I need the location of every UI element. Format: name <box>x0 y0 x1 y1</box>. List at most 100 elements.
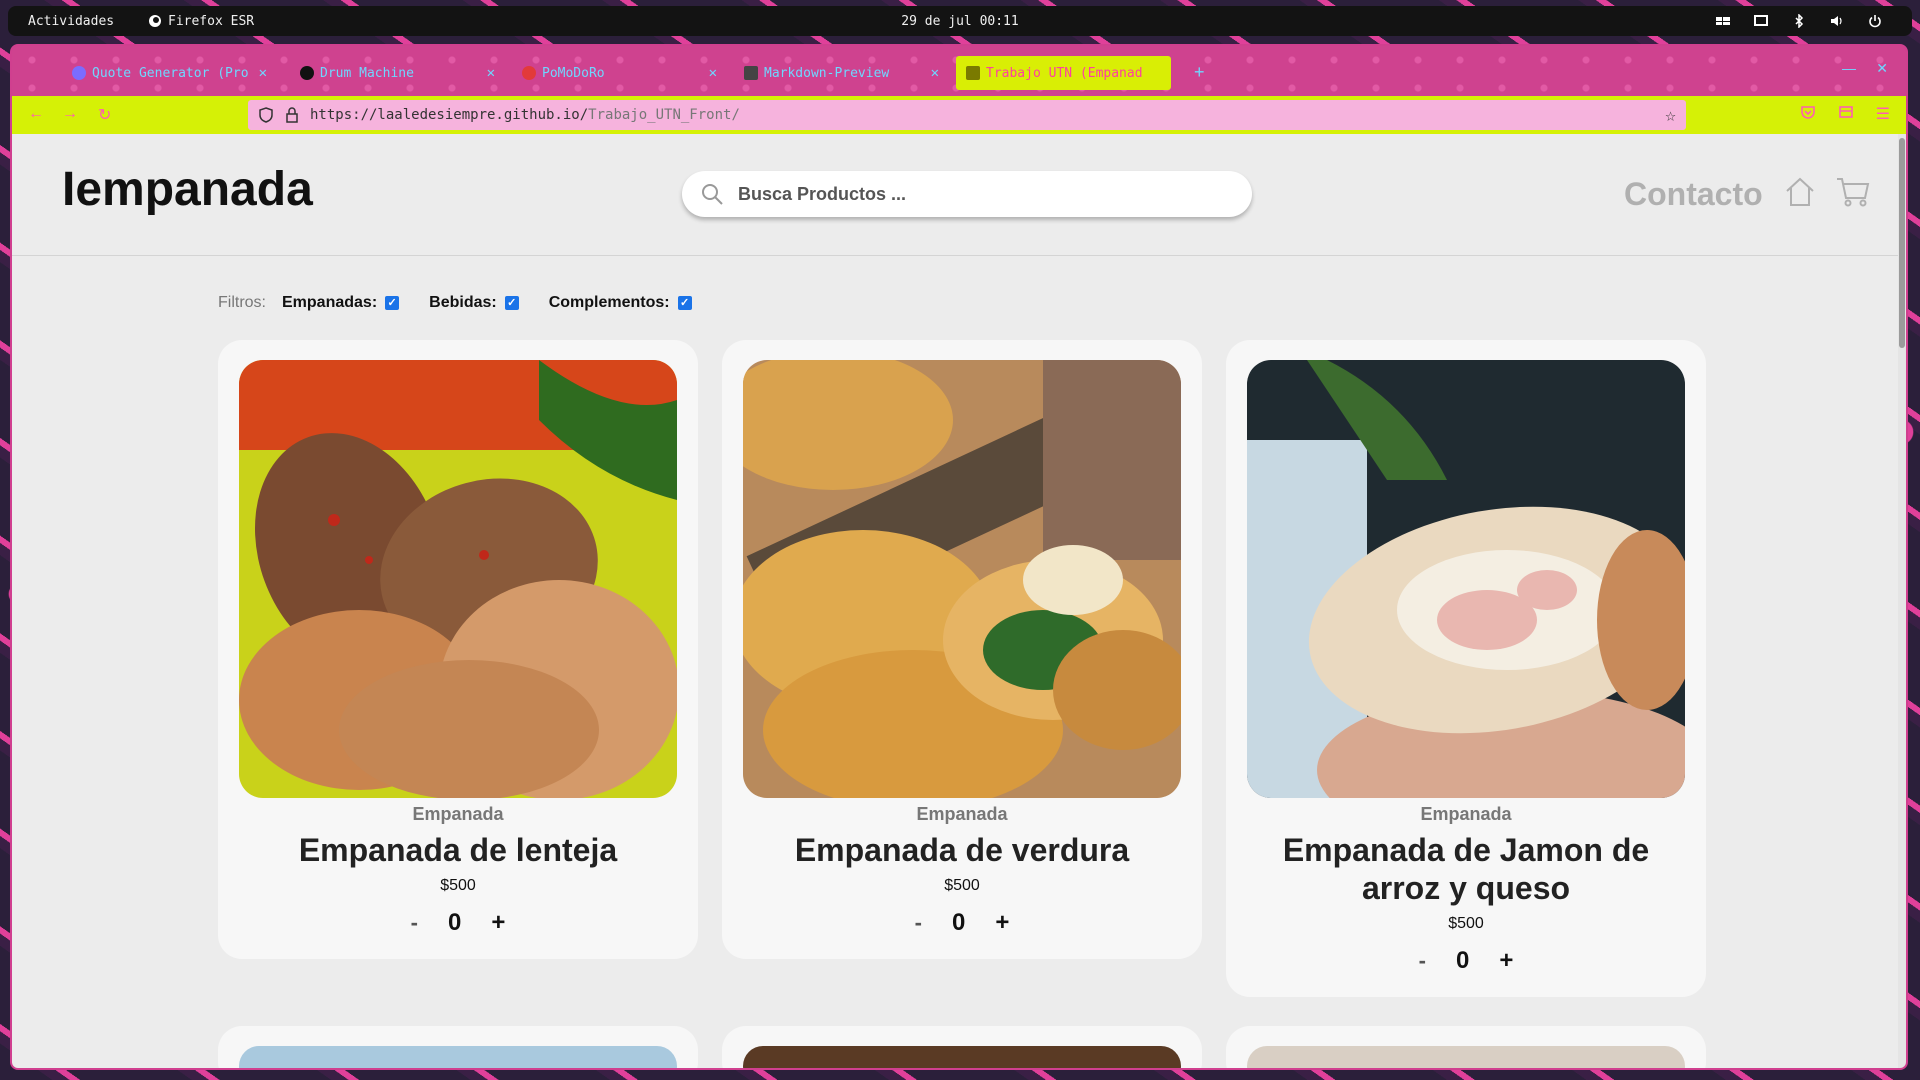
filter-complementos-checkbox[interactable]: ✓ <box>677 296 692 310</box>
product-name: Empanada de verdura <box>794 832 1130 868</box>
workspace-icon[interactable] <box>1716 14 1730 28</box>
product-image <box>1247 1046 1685 1068</box>
tab-markdown-preview[interactable]: Markdown-Preview ✕ <box>734 56 949 90</box>
url-path: Trabajo_UTN_Front/ <box>588 107 740 123</box>
pocket-icon[interactable] <box>1800 104 1816 125</box>
quantity-stepper: - 0 + <box>722 909 1202 937</box>
increase-button[interactable]: + <box>995 909 1009 937</box>
product-card: Empanada Empanada de lenteja $500 - 0 + <box>218 340 698 959</box>
power-icon[interactable] <box>1868 14 1882 28</box>
url-text: https://laaledesiempre.github.io/Trabajo… <box>310 107 740 123</box>
quantity-value: 0 <box>951 909 966 936</box>
tab-title: PoMoDoRo <box>542 65 605 81</box>
product-card: Empanada Empanada de Jamon de arroz y qu… <box>1226 340 1706 997</box>
focused-app[interactable]: Firefox ESR <box>148 14 254 29</box>
filter-label: Empanadas: <box>282 294 378 311</box>
tab-title: Quote Generator (Pro <box>92 65 249 81</box>
scrollbar-thumb[interactable] <box>1899 138 1905 348</box>
product-price: $500 <box>440 877 476 894</box>
url-bar[interactable]: https://laaledesiempre.github.io/Trabajo… <box>248 100 1686 130</box>
tab-trabajo-utn[interactable]: Trabajo UTN (Empanad <box>956 56 1171 90</box>
product-card <box>1226 1026 1706 1068</box>
product-category: Empanada <box>412 804 504 824</box>
product-category: Empanada <box>1420 804 1512 824</box>
back-arrow-icon[interactable]: ← <box>28 105 44 123</box>
filter-label: Bebidas: <box>429 294 497 311</box>
lock-icon[interactable] <box>284 107 300 123</box>
cart-icon[interactable] <box>1836 176 1870 208</box>
product-price: $500 <box>944 877 980 894</box>
product-card: Empanada Empanada de verdura $500 - 0 + <box>722 340 1202 959</box>
decrease-button[interactable]: - <box>915 910 922 936</box>
activities-button[interactable]: Actividades <box>28 14 114 29</box>
firefox-icon <box>149 15 161 27</box>
quantity-stepper: - 0 + <box>1226 947 1706 975</box>
product-name: Empanada de lenteja <box>298 832 618 868</box>
filter-empanadas[interactable]: Empanadas: ✓ <box>282 294 400 312</box>
quantity-value: 0 <box>1455 947 1470 974</box>
tab-drum-machine[interactable]: Drum Machine ✕ <box>290 56 505 90</box>
decrease-button[interactable]: - <box>411 910 418 936</box>
new-tab-icon[interactable]: + <box>1194 62 1205 83</box>
page-scrollbar[interactable] <box>1898 134 1906 1068</box>
site-logo[interactable]: Iempanada <box>62 162 313 217</box>
increase-button[interactable]: + <box>491 909 505 937</box>
filter-bebidas-checkbox[interactable]: ✓ <box>504 296 519 310</box>
filters-bar: Filtros: Empanadas: ✓ Bebidas: ✓ Complem… <box>218 294 722 312</box>
close-tab-icon[interactable]: ✕ <box>931 65 939 81</box>
product-card <box>218 1026 698 1068</box>
product-image <box>743 1046 1181 1068</box>
close-window-icon[interactable]: ✕ <box>1876 60 1888 77</box>
system-tray[interactable] <box>1716 13 1882 29</box>
product-search[interactable] <box>682 171 1252 217</box>
tab-favicon-icon <box>744 66 758 80</box>
tab-pomodoro[interactable]: PoMoDoRo ✕ <box>512 56 727 90</box>
tab-favicon-icon <box>300 66 314 80</box>
quantity-value: 0 <box>447 909 462 936</box>
tab-favicon-icon <box>522 66 536 80</box>
home-icon[interactable] <box>1784 176 1816 208</box>
decrease-button[interactable]: - <box>1419 948 1426 974</box>
close-tab-icon[interactable]: ✕ <box>487 65 495 81</box>
system-top-bar: Actividades Firefox ESR 29 de jul 00:11 <box>8 6 1912 36</box>
url-host: https://laaledesiempre.github.io/ <box>310 107 589 123</box>
product-image <box>239 360 677 798</box>
shield-icon[interactable] <box>258 107 274 123</box>
filters-label: Filtros: <box>218 294 266 311</box>
search-input[interactable] <box>738 183 1218 205</box>
browser-window: Quote Generator (Pro ✕ Drum Machine ✕ Po… <box>10 44 1908 1070</box>
tab-favicon-icon <box>72 66 86 80</box>
tab-title: Markdown-Preview <box>764 65 890 81</box>
close-tab-icon[interactable]: ✕ <box>259 65 267 81</box>
filter-bebidas[interactable]: Bebidas: ✓ <box>429 294 519 312</box>
filter-empanadas-checkbox[interactable]: ✓ <box>385 296 400 310</box>
tab-favicon-icon <box>966 66 980 80</box>
product-card <box>722 1026 1202 1068</box>
tab-quote-generator[interactable]: Quote Generator (Pro ✕ <box>62 56 277 90</box>
filter-complementos[interactable]: Complementos: ✓ <box>549 294 692 312</box>
product-image <box>1247 360 1685 798</box>
extensions-icon[interactable] <box>1838 104 1854 125</box>
display-icon[interactable] <box>1754 14 1768 28</box>
contacto-link[interactable]: Contacto <box>1624 176 1763 213</box>
tab-title: Trabajo UTN (Empanad <box>986 65 1143 81</box>
bluetooth-icon[interactable] <box>1792 13 1806 29</box>
search-icon <box>702 184 723 205</box>
close-tab-icon[interactable]: ✕ <box>709 65 717 81</box>
filter-label: Complementos: <box>548 294 670 311</box>
reload-icon[interactable]: ↻ <box>98 105 111 125</box>
product-price: $500 <box>1448 915 1484 932</box>
focused-app-label: Firefox ESR <box>168 13 255 29</box>
minimize-icon[interactable]: — <box>1842 60 1856 76</box>
web-page: Iempanada Contacto Filtros: Empanadas: ✓… <box>12 134 1900 1068</box>
tab-title: Drum Machine <box>320 65 414 81</box>
hamburger-menu-icon[interactable]: ☰ <box>1876 104 1890 124</box>
product-category: Empanada <box>916 804 1008 824</box>
clock[interactable]: 29 de jul 00:11 <box>901 14 1018 29</box>
bookmark-star-icon[interactable]: ☆ <box>1665 105 1676 126</box>
forward-arrow-icon[interactable]: → <box>62 105 78 123</box>
product-image <box>239 1046 677 1068</box>
product-image <box>743 360 1181 798</box>
increase-button[interactable]: + <box>1499 947 1513 975</box>
volume-icon[interactable] <box>1830 14 1844 28</box>
